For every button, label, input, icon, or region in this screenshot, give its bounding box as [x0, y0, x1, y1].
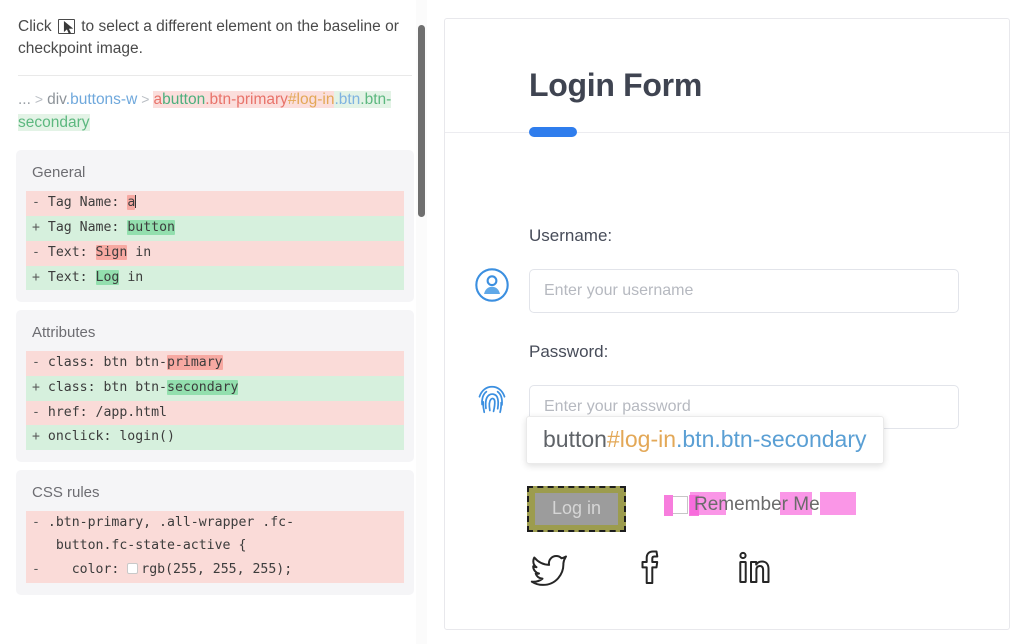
breadcrumb: ... > div.buttons-w > abutton.btn-primary#lo…: [0, 76, 430, 143]
diff-highlight: Log: [95, 269, 120, 285]
scrollbar-thumb[interactable]: [418, 25, 425, 217]
diff-row: + Text: Log in: [26, 265, 404, 291]
diff-rows-attributes: - class: btn btn-primary + class: btn bt…: [26, 351, 404, 451]
breadcrumb-part-class-btn[interactable]: .btn: [334, 90, 361, 108]
user-circle-icon: [475, 268, 509, 302]
page-title: Login Form: [529, 67, 702, 103]
diff-suffix: in: [119, 269, 144, 285]
breadcrumb-separator-2: >: [141, 90, 150, 107]
diff-highlight: secondary: [167, 379, 239, 395]
breadcrumb-part-div[interactable]: div: [47, 91, 66, 108]
element-picker-icon[interactable]: [57, 19, 75, 35]
diff-prefix: Text:: [47, 244, 96, 260]
login-button-highlight: Log in: [527, 486, 627, 532]
diff-row: - href: /app.html: [26, 400, 404, 426]
diff-sign: +: [32, 269, 40, 285]
diff-prefix: class: btn btn-: [47, 379, 167, 395]
section-title-attributes: Attributes: [32, 324, 96, 342]
diff-sign: -: [32, 404, 40, 420]
diff-sign: -: [32, 244, 40, 260]
diff-row: + Tag Name: button: [26, 216, 404, 241]
breadcrumb-ellipsis[interactable]: ...: [18, 91, 31, 108]
diff-row: - Text: Sign in: [26, 240, 404, 266]
diff-sign: +: [32, 220, 40, 236]
app-root: Click to select a different element on t…: [0, 0, 1024, 644]
diff-prefix: color:: [39, 562, 128, 578]
username-input[interactable]: [529, 269, 959, 313]
linkedin-icon[interactable]: [733, 547, 773, 587]
diff-highlight: primary: [167, 355, 223, 371]
diff-row: - class: btn btn-primary: [26, 351, 404, 376]
diff-prefix: Tag Name:: [47, 195, 128, 211]
section-attributes: Attributes - class: btn btn-primary + cl…: [16, 310, 414, 463]
section-title-css-rules: CSS rules: [32, 484, 100, 502]
instruction-text-before: Click: [18, 18, 52, 35]
diff-details-panel: Click to select a different element on t…: [0, 0, 430, 644]
breadcrumb-part-removed-class[interactable]: .btn-primary: [205, 90, 288, 108]
diff-overlay-3: [820, 492, 856, 515]
diff-prefix: Tag Name:: [47, 220, 128, 236]
instruction-text: Click to select a different element on t…: [0, 0, 430, 61]
color-swatch[interactable]: [127, 563, 139, 575]
diff-row: - color: rgb(255, 255, 255);: [26, 558, 404, 584]
password-label: Password:: [529, 342, 609, 361]
twitter-icon[interactable]: [529, 547, 569, 587]
remember-me-label-wrap: Remember Me: [690, 492, 856, 516]
diff-prefix: href: /app.html: [47, 404, 167, 420]
breadcrumb-part-added-tag[interactable]: button: [162, 90, 206, 108]
section-general: General - Tag Name: a + Tag Name: button…: [16, 150, 414, 303]
diff-sign: -: [32, 355, 40, 371]
section-css-rules: CSS rules - .btn-primary, .all-wrapper .…: [16, 470, 414, 596]
diff-sign: +: [32, 379, 40, 395]
diff-suffix: rgb(255, 255, 255);: [141, 562, 293, 578]
remember-me-checkbox[interactable]: [664, 495, 699, 516]
breadcrumb-part-removed-tag[interactable]: a: [153, 90, 163, 108]
username-label: Username:: [529, 226, 613, 245]
breadcrumb-part-id[interactable]: #log-in: [287, 90, 335, 108]
diff-row: + class: btn btn-secondary: [26, 375, 404, 401]
facebook-icon[interactable]: [631, 547, 671, 587]
diff-rows-general: - Tag Name: a + Tag Name: button - Text:…: [26, 191, 404, 291]
diff-prefix: onclick: login(): [47, 429, 175, 445]
checkpoint-preview-panel: Login Form Username: Password:: [430, 0, 1024, 644]
diff-row: - Tag Name: a: [26, 191, 404, 217]
tooltip-element-classes: .btn.btn-secondary: [676, 426, 867, 452]
fingerprint-icon: [478, 385, 506, 414]
diff-highlight: a: [127, 195, 136, 211]
text-caret: [135, 195, 137, 209]
diff-prefix: Text:: [47, 269, 96, 285]
breadcrumb-separator-1: >: [34, 90, 44, 107]
diff-prefix: .btn-primary, .all-wrapper .fc- button.f…: [47, 515, 295, 553]
tooltip-element-id: #log-in: [606, 426, 676, 452]
diff-row: - .btn-primary, .all-wrapper .fc- button…: [26, 511, 404, 559]
diff-prefix: class: btn btn-: [47, 355, 167, 371]
diff-sign: -: [32, 515, 40, 531]
remember-me-label: Remember Me: [694, 494, 820, 515]
diff-rows-css: - .btn-primary, .all-wrapper .fc- button…: [26, 511, 404, 584]
login-form-card: Login Form Username: Password:: [444, 18, 1010, 630]
title-accent-bar: [529, 127, 577, 137]
cursor-arrow-glyph: [63, 21, 74, 35]
breadcrumb-part-buttons-w[interactable]: .buttons-w: [66, 91, 138, 108]
diff-highlight: Sign: [95, 244, 128, 260]
section-title-general: General: [32, 164, 86, 182]
remember-me-group[interactable]: Remember Me: [664, 492, 856, 516]
diff-sign: +: [32, 429, 40, 445]
diff-sign: -: [32, 195, 40, 211]
social-links: [529, 547, 773, 587]
tooltip-tag-name: button: [543, 426, 607, 452]
diff-sign: -: [32, 562, 40, 578]
login-button[interactable]: Log in: [535, 493, 619, 525]
element-selector-tooltip: button#log-in.btn.btn-secondary: [526, 416, 884, 464]
diff-suffix: in: [127, 244, 152, 260]
diff-highlight: button: [127, 220, 175, 236]
vertical-scrollbar[interactable]: [416, 0, 427, 644]
diff-row: + onclick: login(): [26, 425, 404, 451]
